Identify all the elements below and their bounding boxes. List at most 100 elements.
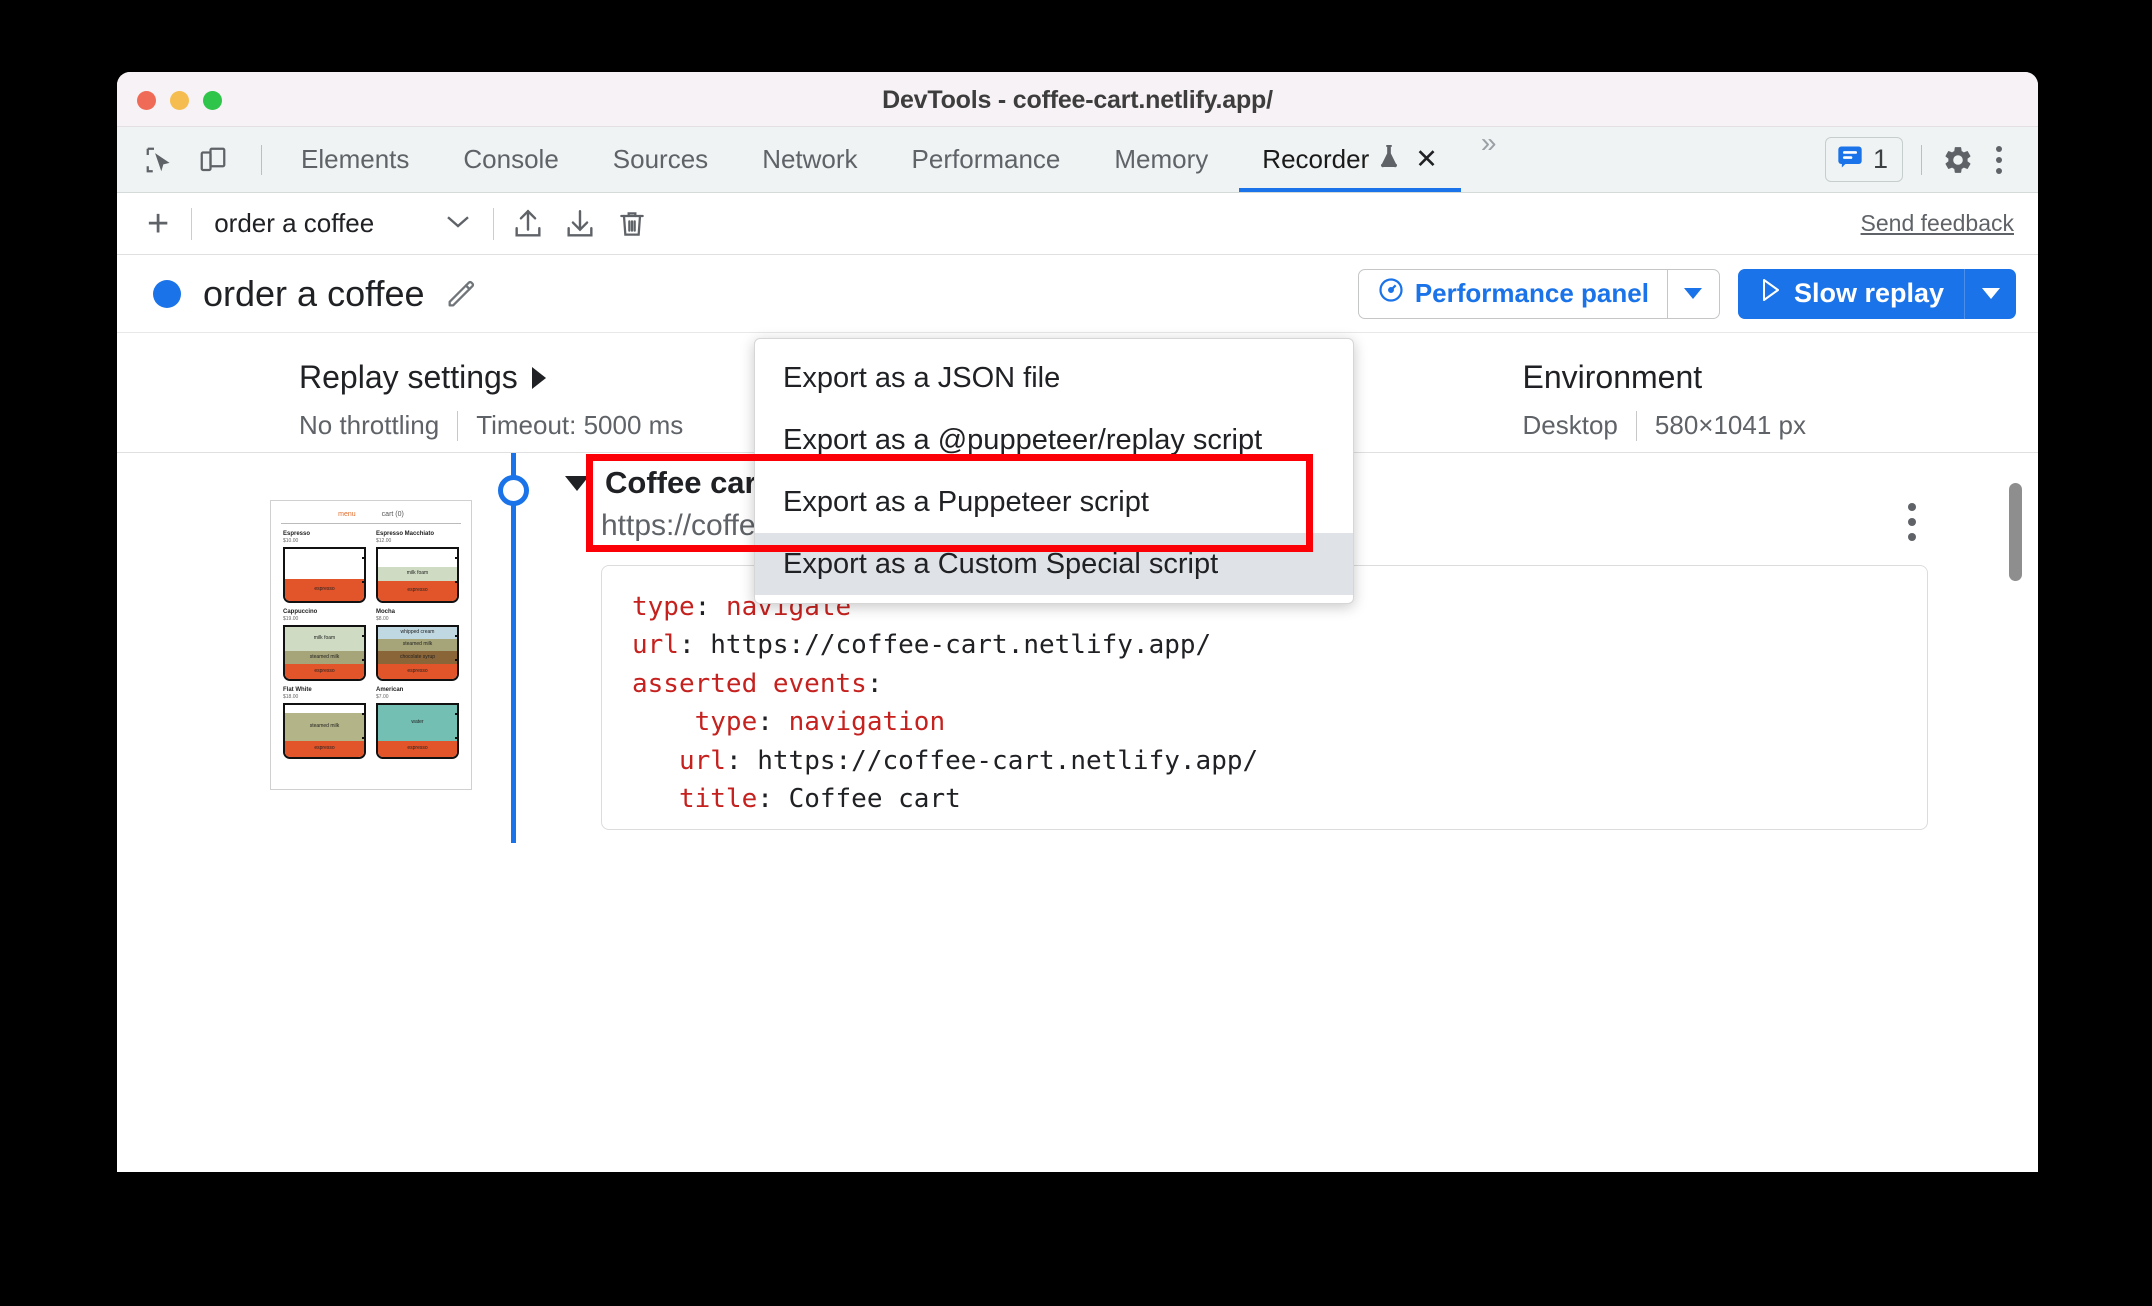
- cup-glyph: steamed milk espresso: [283, 702, 366, 759]
- recorder-toolbar-divider-2: [493, 207, 495, 240]
- issues-button[interactable]: 1: [1824, 137, 1903, 182]
- tab-label: Network: [762, 144, 858, 174]
- slow-replay-button[interactable]: Slow replay: [1737, 268, 2016, 319]
- replay-settings-title: Replay settings: [299, 359, 518, 395]
- code-sep: :: [866, 668, 883, 699]
- environment-section: Environment Desktop 580×1041 px: [1523, 359, 1806, 441]
- tab-performance[interactable]: Performance: [885, 127, 1088, 192]
- code-key: title: [678, 784, 758, 815]
- timeout-value: Timeout: 5000 ms: [476, 410, 684, 440]
- thumbnail-cup: Espresso Macchiato $12.00 milk foam espr…: [376, 531, 459, 603]
- menu-item-export-custom-special[interactable]: Export as a Custom Special script: [755, 533, 1353, 595]
- cup-glyph: milk foam espresso: [376, 546, 459, 603]
- export-recording-icon[interactable]: [554, 202, 606, 246]
- slow-replay-main[interactable]: Slow replay: [1738, 269, 1964, 319]
- steps-scrollbar-thumb[interactable]: [2009, 483, 2022, 581]
- tab-console[interactable]: Console: [436, 127, 585, 192]
- code-key: type: [632, 592, 695, 622]
- issues-count: 1: [1872, 144, 1888, 174]
- replay-settings-toggle[interactable]: Replay settings: [299, 359, 683, 396]
- code-key: url: [678, 745, 726, 776]
- performance-panel-label: Performance panel: [1414, 278, 1649, 308]
- cup-layer: milk foam: [285, 626, 364, 651]
- toolbar-divider-2: [1921, 144, 1922, 175]
- recording-selector[interactable]: order a coffee: [200, 208, 485, 239]
- cup-name: Espresso: [283, 531, 311, 537]
- tab-elements[interactable]: Elements: [274, 127, 436, 192]
- cup-handle: [362, 556, 364, 583]
- slow-replay-dropdown[interactable]: [1964, 268, 2016, 319]
- tab-label: Sources: [612, 144, 709, 174]
- tab-label: Memory: [1114, 144, 1209, 174]
- device-toolbar-icon[interactable]: [195, 142, 231, 178]
- add-recording-button[interactable]: +: [133, 205, 183, 243]
- cup-handle: [362, 634, 364, 661]
- cup-name: Espresso Macchiato: [376, 531, 435, 537]
- chevron-right-icon: [531, 366, 546, 389]
- performance-icon: [1377, 276, 1405, 311]
- recording-name: order a coffee: [203, 272, 425, 314]
- inspect-icon[interactable]: [141, 142, 177, 178]
- menu-item-label: Export as a Puppeteer script: [783, 485, 1149, 518]
- performance-panel-main[interactable]: Performance panel: [1359, 270, 1667, 318]
- steps-scrollbar-track[interactable]: [2009, 461, 2032, 843]
- step-bullet[interactable]: [498, 475, 529, 506]
- performance-panel-button[interactable]: Performance panel: [1357, 268, 1720, 319]
- import-recording-icon[interactable]: [502, 202, 554, 246]
- tab-sources[interactable]: Sources: [586, 127, 735, 192]
- cup-price: $12.00: [376, 537, 392, 544]
- chevron-down-icon[interactable]: [565, 475, 589, 491]
- thumbnail-cup: Flat White $18.00 steamed milk espresso: [283, 687, 366, 759]
- cup-handle: [455, 556, 457, 583]
- thumbnail-nav-cart: cart (0): [381, 511, 404, 518]
- tab-recorder[interactable]: Recorder ✕: [1235, 127, 1465, 192]
- thumbnail-nav: menu cart (0): [279, 507, 463, 518]
- tabbar-left-icons: [117, 142, 274, 178]
- thumbnail-cup: Cappuccino $19.00 milk foam steamed milk…: [283, 609, 366, 681]
- tab-label: Performance: [911, 144, 1061, 174]
- code-value: https://coffee-cart.netlify.app/: [710, 630, 1212, 661]
- cup-glyph: milk foam steamed milk espresso: [283, 624, 366, 681]
- delete-recording-icon[interactable]: [606, 202, 658, 246]
- gear-icon[interactable]: [1940, 142, 1976, 178]
- code-key: asserted events: [632, 668, 867, 699]
- tab-memory[interactable]: Memory: [1087, 127, 1235, 192]
- thumbnail-cup: Mocha $8.00 whipped cream steamed milk c…: [376, 609, 459, 681]
- step-screenshot-thumbnail[interactable]: menu cart (0) Espresso $10.00 espresso E…: [270, 500, 472, 790]
- thumbnail-cup: Espresso $10.00 espresso: [283, 531, 366, 603]
- menu-item-label: Export as a Custom Special script: [783, 547, 1219, 580]
- tab-network[interactable]: Network: [735, 127, 884, 192]
- step-code: type: navigate url: https://coffee-cart.…: [632, 588, 1897, 819]
- more-tabs-icon[interactable]: »: [1465, 127, 1513, 192]
- thumbnail-divider: [281, 523, 461, 524]
- menu-item-export-json[interactable]: Export as a JSON file: [755, 347, 1353, 409]
- divider: [457, 410, 459, 441]
- code-value: https://coffee-cart.netlify.app/: [757, 745, 1259, 776]
- menu-item-export-puppeteer-replay[interactable]: Export as a @puppeteer/replay script: [755, 409, 1353, 471]
- code-value: navigation: [788, 707, 946, 738]
- performance-panel-dropdown[interactable]: [1666, 269, 1719, 318]
- step-kebab-icon[interactable]: [1908, 503, 1916, 541]
- cup-layer: chocolate syrup: [378, 650, 457, 664]
- code-value: Coffee cart: [788, 784, 961, 815]
- devtools-kebab-icon[interactable]: [1982, 136, 2016, 184]
- environment-title: Environment: [1522, 359, 1703, 395]
- step-title: Coffee cart: [605, 465, 767, 500]
- cup-layer: espresso: [378, 663, 457, 679]
- menu-item-export-puppeteer[interactable]: Export as a Puppeteer script: [755, 471, 1353, 533]
- thumbnail-cup: American $7.00 water espresso: [376, 687, 459, 759]
- code-key: url: [632, 630, 679, 661]
- code-sep: :: [757, 707, 789, 738]
- pencil-icon[interactable]: [444, 277, 478, 311]
- viewport-value: 580×1041 px: [1654, 410, 1806, 440]
- thumbnail-cup-grid: Espresso $10.00 espresso Espresso Macchi…: [279, 531, 463, 759]
- experiment-flask-icon: [1378, 143, 1400, 176]
- devtools-window: DevTools - coffee-cart.netlify.app/ Elem…: [117, 72, 2038, 1172]
- send-feedback-link[interactable]: Send feedback: [1861, 210, 2014, 237]
- cup-layer: espresso: [378, 580, 457, 601]
- cup-layer: whipped cream: [378, 626, 457, 639]
- close-icon[interactable]: ✕: [1415, 146, 1438, 173]
- play-icon: [1758, 277, 1782, 310]
- cup-glyph: water espresso: [376, 702, 459, 759]
- thumbnail-page: menu cart (0) Espresso $10.00 espresso E…: [271, 501, 471, 789]
